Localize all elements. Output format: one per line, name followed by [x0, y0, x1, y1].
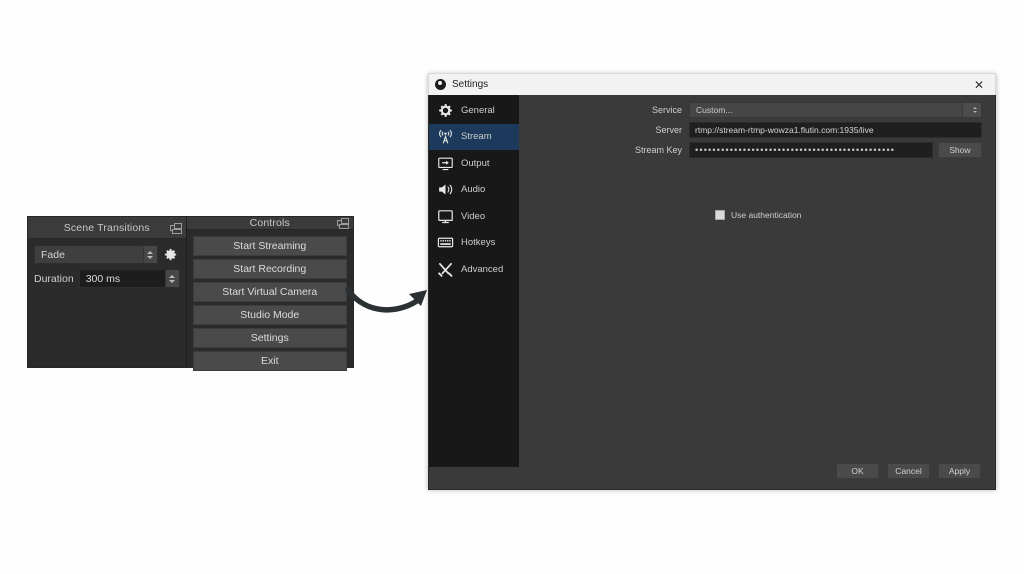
server-input[interactable]: rtmp://stream-rtmp-wowza1.flutin.com:193…: [689, 122, 982, 138]
settings-body: General Stream Output Audio Video Hotkey…: [428, 95, 996, 490]
sidebar-item-label: Audio: [461, 184, 486, 196]
controls-title: Controls: [249, 217, 290, 229]
sidebar-item-hotkeys[interactable]: Hotkeys: [429, 230, 519, 257]
sidebar-item-label: General: [461, 104, 495, 116]
undock-icon[interactable]: [337, 218, 349, 229]
transition-duration-row: Duration 300 ms: [34, 269, 180, 288]
broadcast-icon: [437, 128, 454, 145]
duration-input[interactable]: 300 ms: [78, 269, 180, 288]
dock-controls: Controls Start Streaming Start Recording…: [186, 217, 353, 371]
sidebar-item-label: Output: [461, 157, 490, 169]
service-row: Service Custom...: [519, 102, 995, 118]
start-streaming-button[interactable]: Start Streaming: [192, 236, 347, 256]
speaker-icon: [437, 181, 454, 198]
duration-value: 300 ms: [85, 272, 121, 285]
sidebar-item-label: Stream: [461, 131, 492, 143]
stream-key-row: Stream Key •••••••••••••••••••••••••••••…: [519, 142, 995, 158]
sidebar-item-audio[interactable]: Audio: [429, 177, 519, 204]
transition-combo-value: Fade: [41, 248, 65, 261]
sidebar-item-label: Video: [461, 210, 486, 222]
sidebar-item-label: Hotkeys: [461, 237, 496, 249]
gear-icon: [437, 102, 454, 119]
settings-dialog: Settings ✕ General Stream Output Audio V…: [428, 73, 996, 490]
stream-key-label: Stream Key: [634, 145, 682, 155]
cancel-button[interactable]: Cancel: [887, 463, 930, 479]
settings-button[interactable]: Settings: [192, 328, 347, 348]
start-virtual-camera-button[interactable]: Start Virtual Camera: [192, 282, 347, 302]
updown-spinner-icon[interactable]: [142, 246, 157, 263]
transition-combo[interactable]: Fade: [34, 245, 158, 264]
sidebar-item-label: Advanced: [461, 263, 504, 275]
service-dropdown[interactable]: Custom...: [689, 102, 982, 118]
server-row: Server rtmp://stream-rtmp-wowza1.flutin.…: [519, 122, 995, 138]
studio-mode-button[interactable]: Studio Mode: [192, 305, 347, 325]
dialog-button-bar: OK Cancel Apply: [836, 463, 981, 479]
monitor-icon: [437, 208, 454, 225]
output-icon: [437, 155, 454, 172]
ok-button[interactable]: OK: [836, 463, 879, 479]
controls-body: Start Streaming Start Recording Start Vi…: [187, 230, 353, 374]
stream-key-input[interactable]: ••••••••••••••••••••••••••••••••••••••••…: [689, 142, 933, 158]
controls-titlebar: Controls: [186, 217, 353, 230]
transition-select-row: Fade: [34, 245, 180, 264]
sidebar-item-advanced[interactable]: Advanced: [429, 256, 519, 283]
sidebar-item-output[interactable]: Output: [429, 150, 519, 177]
apply-button[interactable]: Apply: [938, 463, 981, 479]
server-label: Server: [655, 125, 682, 135]
use-authentication-row: Use authentication: [519, 210, 995, 220]
sidebar-item-video[interactable]: Video: [429, 203, 519, 230]
use-authentication-checkbox[interactable]: [715, 210, 725, 220]
tools-icon: [437, 261, 454, 278]
scene-transitions-titlebar: Scene Transitions: [28, 217, 186, 239]
settings-titlebar: Settings ✕: [428, 73, 996, 95]
undock-icon[interactable]: [169, 222, 182, 234]
sidebar-item-stream[interactable]: Stream: [429, 123, 519, 150]
settings-sidebar: General Stream Output Audio Video Hotkey…: [429, 95, 519, 467]
dock-scene-transitions: Scene Transitions Fade Duration 300 ms: [28, 217, 187, 367]
updown-spinner-icon[interactable]: [962, 103, 981, 117]
use-authentication-label: Use authentication: [731, 210, 802, 220]
screenshot-canvas: Scene Transitions Fade Duration 300 ms C…: [0, 0, 1024, 574]
service-value: Custom...: [696, 105, 733, 115]
settings-window-title: Settings: [452, 79, 489, 90]
keyboard-icon: [437, 234, 454, 251]
show-stream-key-button[interactable]: Show: [938, 142, 982, 158]
obs-logo-icon: [435, 79, 446, 90]
transition-properties-gear-icon[interactable]: [162, 246, 180, 264]
scene-transitions-title: Scene Transitions: [63, 221, 150, 234]
start-recording-button[interactable]: Start Recording: [192, 259, 347, 279]
close-icon[interactable]: ✕: [963, 74, 995, 95]
duration-label: Duration: [34, 272, 74, 285]
exit-button[interactable]: Exit: [192, 351, 347, 371]
sidebar-item-general[interactable]: General: [429, 97, 519, 124]
service-label: Service: [651, 105, 682, 115]
settings-main-panel: Service Custom... Server rtmp://stream-r…: [519, 95, 995, 489]
obs-dock-group: Scene Transitions Fade Duration 300 ms C…: [28, 217, 353, 371]
curved-arrow-icon: [345, 272, 435, 325]
duration-stepper-icon[interactable]: [164, 270, 179, 287]
scene-transitions-body: Fade Duration 300 ms: [28, 239, 186, 367]
